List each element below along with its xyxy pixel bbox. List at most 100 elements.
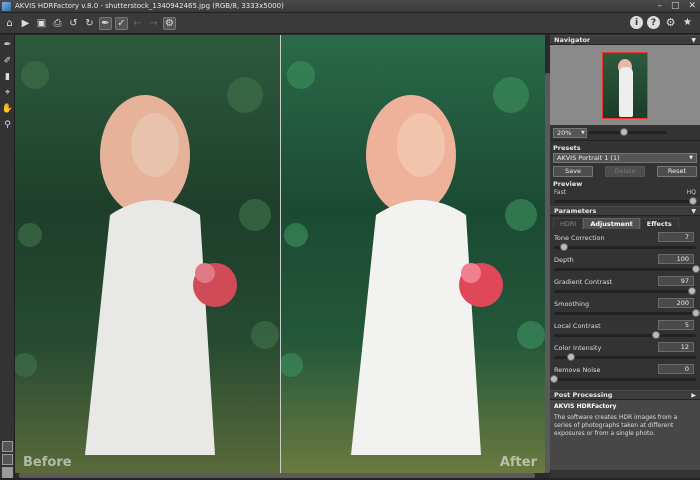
post-processing-header[interactable]: Post Processing ▶: [550, 390, 700, 400]
tab-adjustment[interactable]: Adjustment: [583, 218, 640, 229]
parameter-slider-knob[interactable]: [692, 265, 700, 273]
view-mode-split-icon[interactable]: [2, 454, 13, 465]
parameter-slider-knob[interactable]: [550, 375, 558, 383]
parameter-value-field[interactable]: 7: [658, 232, 694, 242]
before-label: Before: [23, 455, 72, 470]
help-icon[interactable]: ?: [647, 16, 660, 29]
parameter-row: Local Contrast 5: [550, 319, 700, 341]
tab-effects[interactable]: Effects: [639, 218, 679, 229]
navigator-preview[interactable]: [550, 45, 700, 125]
collapse-icon: ▼: [691, 208, 696, 215]
preview-slider-knob[interactable]: [689, 197, 697, 205]
back-icon[interactable]: ←: [131, 17, 144, 30]
image-canvas[interactable]: Before After: [15, 35, 545, 473]
parameter-slider[interactable]: [554, 287, 696, 295]
parameter-label: Gradient Contrast: [554, 278, 613, 286]
brush-icon[interactable]: ✐: [1, 54, 14, 67]
parameter-slider-knob[interactable]: [692, 309, 700, 317]
undo-icon[interactable]: ↺: [67, 17, 80, 30]
before-photo: [15, 61, 279, 455]
navigator-thumbnail[interactable]: [602, 52, 648, 119]
parameter-slider[interactable]: [554, 331, 696, 339]
parameter-label: Remove Noise: [554, 366, 601, 374]
parameter-label: Tone Correction: [554, 234, 605, 242]
print-icon[interactable]: ⎙: [51, 17, 64, 30]
preview-label: Preview: [553, 180, 583, 188]
parameter-slider-knob[interactable]: [559, 243, 568, 251]
tools-panel: ✒ ✐ ▮ ⌖ ✋ ⚲: [0, 35, 15, 480]
parameter-slider-knob[interactable]: [652, 331, 661, 339]
after-label: After: [499, 455, 537, 470]
preview-fast-label: Fast: [554, 189, 567, 196]
presets-dropdown[interactable]: AKVIS Portrait 1 (1) ▼: [553, 153, 697, 163]
parameter-slider[interactable]: [554, 265, 700, 273]
app-logo-icon: [2, 1, 11, 11]
parameter-row: Depth 100: [550, 253, 700, 275]
parameter-value-field[interactable]: 97: [658, 276, 694, 286]
view-mode-single-icon[interactable]: [2, 441, 13, 452]
after-image: After: [281, 35, 545, 473]
save-icon[interactable]: ▣: [35, 17, 48, 30]
info-icon[interactable]: i: [630, 16, 643, 29]
settings-icon[interactable]: ⚙: [664, 16, 677, 29]
collapse-icon: ▼: [691, 37, 696, 44]
batch-icon[interactable]: ⚙: [163, 16, 176, 30]
parameter-slider[interactable]: [554, 309, 700, 317]
preset-selected: AKVIS Portrait 1 (1): [557, 154, 620, 162]
parameter-row: Tone Correction 7: [550, 231, 700, 253]
zoom-icon[interactable]: ⚲: [1, 118, 14, 131]
eraser-icon[interactable]: ▮: [1, 70, 14, 83]
brush-mode-icon[interactable]: ✒: [99, 16, 112, 30]
forward-icon[interactable]: →: [147, 17, 160, 30]
parameter-label: Depth: [554, 256, 574, 264]
delete-preset-button[interactable]: Delete: [605, 166, 645, 177]
minimize-button[interactable]: –: [657, 1, 662, 11]
parameters-title: Parameters: [554, 207, 597, 215]
parameter-row: Remove Noise 0: [550, 363, 700, 385]
description-title: AKVIS HDRFactory: [554, 403, 617, 410]
navigator-title: Navigator: [554, 36, 591, 44]
save-preset-button[interactable]: Save: [553, 166, 593, 177]
background-color-icon[interactable]: [2, 467, 13, 478]
tab-hdri[interactable]: HDRI: [553, 218, 584, 229]
maximize-button[interactable]: □: [671, 1, 680, 11]
settings-panel: Navigator ▼ 20% ▼ Presets AKVIS Portrait…: [550, 35, 700, 480]
home-icon[interactable]: ⌂: [3, 17, 16, 30]
parameter-row: Color Intensity 12: [550, 341, 700, 363]
parameter-slider-knob[interactable]: [687, 287, 696, 295]
parameter-value-field[interactable]: 200: [658, 298, 694, 308]
open-icon[interactable]: ▶: [19, 17, 32, 30]
redo-icon[interactable]: ↻: [83, 17, 96, 30]
parameter-slider[interactable]: [554, 353, 696, 361]
navigator-header[interactable]: Navigator ▼: [550, 35, 700, 45]
parameter-value-field[interactable]: 0: [658, 364, 694, 374]
before-image: Before: [15, 35, 280, 473]
close-button[interactable]: ✕: [688, 1, 696, 11]
parameter-slider-knob[interactable]: [567, 353, 576, 361]
parameter-value-field[interactable]: 5: [658, 320, 694, 330]
notifications-icon[interactable]: ★: [681, 16, 694, 29]
parameter-row: Gradient Contrast 97: [550, 275, 700, 297]
description-box: AKVIS HDRFactory The software creates HD…: [550, 400, 700, 470]
presets-label: Presets: [553, 144, 581, 152]
parameter-slider[interactable]: [550, 375, 696, 383]
hand-icon[interactable]: ✋: [1, 102, 14, 115]
post-processing-title: Post Processing: [554, 391, 613, 399]
compare-mode-icon[interactable]: ✓: [115, 16, 128, 30]
parameter-value-field[interactable]: 12: [658, 342, 694, 352]
zoom-slider[interactable]: [588, 128, 667, 136]
preview-quality-slider[interactable]: [555, 197, 697, 205]
crop-icon[interactable]: ⌖: [1, 86, 14, 99]
reset-preset-button[interactable]: Reset: [657, 166, 697, 177]
chevron-down-icon: ▼: [581, 129, 585, 136]
preview-hq-label: HQ: [686, 189, 696, 196]
parameter-row: Smoothing 200: [550, 297, 700, 319]
description-text: The software creates HDR images from a s…: [554, 414, 678, 437]
parameter-slider[interactable]: [554, 243, 696, 251]
zoom-slider-knob[interactable]: [620, 128, 629, 136]
parameter-value-field[interactable]: 100: [658, 254, 694, 264]
eyedropper-icon[interactable]: ✒: [1, 38, 14, 51]
parameter-label: Smoothing: [554, 300, 590, 308]
window-title: AKVIS HDRFactory v.8.0 - shutterstock_13…: [15, 2, 284, 10]
parameters-header[interactable]: Parameters ▼: [550, 206, 700, 216]
